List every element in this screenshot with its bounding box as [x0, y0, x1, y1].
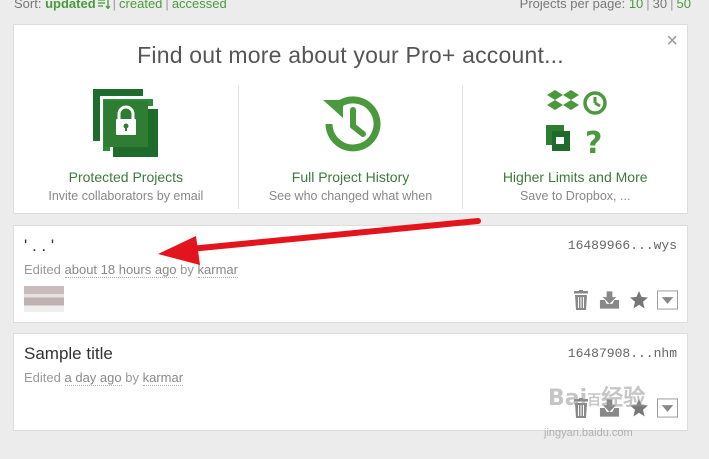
sort-bar: Sort: updated | created | accessed Projects …: [14, 0, 691, 14]
edited-label: Edited: [24, 370, 61, 385]
dropdown-icon[interactable]: [657, 397, 678, 418]
separator: |: [670, 0, 674, 11]
per-page-label: Projects per page:: [519, 0, 626, 11]
close-icon[interactable]: ×: [666, 30, 678, 53]
project-id: 16489966...wys: [567, 238, 677, 253]
star-icon[interactable]: [628, 289, 649, 310]
edited-time: about 18 hours ago: [64, 262, 177, 278]
by-label: by: [125, 370, 139, 385]
dropdown-icon[interactable]: [657, 289, 678, 310]
project-id: 16487908...nhm: [567, 346, 677, 361]
feature-title: Higher Limits and More: [502, 169, 648, 185]
by-label: by: [180, 262, 194, 277]
svg-text:?: ?: [585, 126, 602, 159]
sort-desc-icon[interactable]: [97, 0, 110, 9]
sort-accessed[interactable]: accessed: [172, 0, 227, 11]
sort-updated[interactable]: updated: [45, 0, 96, 11]
promo-heading: Find out more about your Pro+ account...: [137, 42, 564, 68]
editor-user[interactable]: karmar: [197, 262, 238, 278]
per-page-10[interactable]: 10: [629, 0, 643, 11]
per-page-controls: Projects per page: 10 | 30 | 50: [520, 0, 691, 11]
trash-icon[interactable]: [570, 289, 591, 310]
download-icon[interactable]: [599, 289, 620, 310]
edited-time: a day ago: [64, 370, 122, 386]
feature-desc: Save to Dropbox, ...: [519, 189, 631, 203]
separator: |: [165, 0, 169, 11]
project-meta: Edited about 18 hours ago by karmar: [24, 262, 238, 278]
feature-desc: See who changed what when: [268, 189, 433, 203]
feature-higher-limits[interactable]: ? Higher Limits and More Save to Dropbox…: [462, 85, 687, 209]
feature-desc: Invite collaborators by email: [48, 189, 204, 203]
project-thumbnail[interactable]: [24, 286, 64, 312]
feature-project-history[interactable]: Full Project History See who changed wha…: [237, 85, 463, 209]
separator: |: [112, 0, 117, 11]
editor-user[interactable]: karmar: [142, 370, 184, 386]
separator: |: [646, 0, 650, 11]
feature-title: Protected Projects: [68, 169, 184, 185]
project-actions: [570, 289, 678, 310]
project-card[interactable]: ' . . ' 16489966...wys Edited about 18 h…: [13, 225, 688, 323]
feature-title: Full Project History: [291, 169, 410, 185]
watermark-url: jingyan.baidu.com: [544, 427, 633, 439]
lock-docs-icon: [14, 85, 238, 163]
feature-list: Protected Projects Invite collaborators …: [14, 85, 687, 209]
more-features-icon: ?: [463, 85, 687, 163]
project-title[interactable]: ' . . ': [24, 236, 54, 256]
sort-created[interactable]: created: [119, 0, 162, 11]
sort-label: Sort:: [14, 0, 42, 11]
feature-protected-projects[interactable]: Protected Projects Invite collaborators …: [14, 85, 238, 209]
per-page-30[interactable]: 30: [653, 0, 667, 11]
per-page-50[interactable]: 50: [677, 0, 691, 11]
project-title[interactable]: Sample title: [24, 344, 113, 364]
history-icon: [239, 85, 463, 163]
edited-label: Edited: [24, 262, 61, 277]
sort-controls: Sort: updated | created | accessed: [14, 0, 227, 11]
pro-promo-panel: Find out more about your Pro+ account...…: [13, 24, 688, 214]
watermark-logo: Bai百经验: [548, 386, 646, 411]
project-meta: Edited a day ago by karmar: [24, 370, 184, 386]
